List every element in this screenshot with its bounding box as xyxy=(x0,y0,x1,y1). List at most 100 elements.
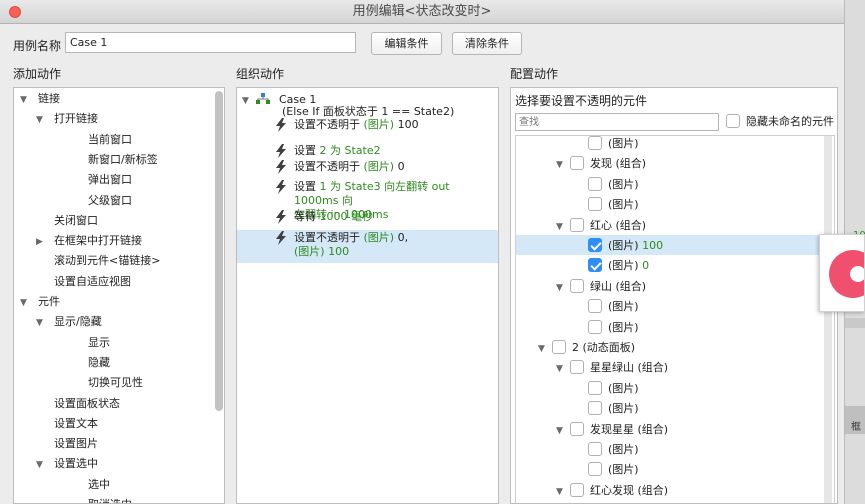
widget-item[interactable]: ▼ 发现星星 (组合) xyxy=(556,420,668,440)
action-tree-item[interactable]: 隐藏 xyxy=(88,353,110,373)
action-tree-item[interactable]: 设置文本 xyxy=(54,414,98,434)
chevron-down-icon[interactable]: ▼ xyxy=(556,359,566,379)
chevron-down-icon[interactable]: ▼ xyxy=(538,339,548,359)
bolt-icon xyxy=(276,118,286,132)
organized-action[interactable]: 设置 2 为 State2 xyxy=(275,144,495,158)
action-tree-item[interactable]: ▼ 显示/隐藏 xyxy=(36,312,102,332)
action-tree-label: 设置自适应视图 xyxy=(54,274,131,288)
chevron-down-icon[interactable]: ▼ xyxy=(20,90,30,110)
widget-checkbox[interactable] xyxy=(570,278,584,293)
widget-opacity-value: 0 xyxy=(642,259,650,273)
chevron-down-icon[interactable]: ▼ xyxy=(556,482,566,502)
action-tree-item[interactable]: 设置图片 xyxy=(54,434,98,454)
action-tree-label: 显示/隐藏 xyxy=(54,315,102,329)
widget-item[interactable]: (图片) xyxy=(588,460,639,480)
widget-item[interactable]: (图片) 100 xyxy=(588,236,663,256)
organized-action[interactable]: 设置不透明于 (图片) 100 xyxy=(275,118,495,132)
widget-checkbox[interactable] xyxy=(588,442,602,456)
chevron-down-icon[interactable]: ▼ xyxy=(36,455,46,475)
action-tree-item[interactable]: ▼ 链接 xyxy=(20,89,60,109)
organized-action[interactable]: 设置不透明于 (图片) 0 xyxy=(275,160,495,174)
floating-popup[interactable] xyxy=(819,234,865,312)
action-tree-item[interactable]: ▼ 元件 xyxy=(20,292,60,312)
widget-item[interactable]: ▼ 绿山 (组合) xyxy=(556,277,646,297)
widget-item[interactable]: (图片) xyxy=(588,399,639,419)
clear-condition-button[interactable]: 清除条件 xyxy=(452,32,522,55)
action-tree-item[interactable]: ▼ 打开链接 xyxy=(36,109,98,129)
action-tree-label: 隐藏 xyxy=(88,355,110,369)
widget-checkbox[interactable] xyxy=(588,319,602,334)
widget-checkbox[interactable] xyxy=(588,462,602,477)
action-tree-item[interactable]: 新窗口/新标签 xyxy=(88,150,158,170)
widget-item[interactable]: ▼ 星星绿山 (组合) xyxy=(556,358,668,378)
widget-checkbox[interactable] xyxy=(570,156,584,171)
action-tree-item[interactable]: 切换可见性 xyxy=(88,373,143,393)
widget-label: (图片) xyxy=(608,320,639,334)
widget-checkbox[interactable] xyxy=(570,482,584,497)
widget-checkbox[interactable] xyxy=(588,197,602,212)
action-tree-label: 显示 xyxy=(88,335,110,349)
widget-item[interactable]: (图片) xyxy=(588,297,639,317)
action-tree-item[interactable]: 显示 xyxy=(88,333,110,353)
action-tree-label: 取消选中 xyxy=(88,498,132,503)
action-tree-item[interactable]: 设置自适应视图 xyxy=(54,272,131,292)
action-tree-item[interactable]: 选中 xyxy=(88,475,110,495)
widget-checkbox[interactable] xyxy=(588,380,602,395)
action-tree-item[interactable]: 当前窗口 xyxy=(88,130,132,150)
chevron-down-icon[interactable]: ▼ xyxy=(556,421,566,441)
action-suffix: 100 xyxy=(394,118,419,131)
action-tree-item[interactable]: ▼ 设置选中 xyxy=(36,454,98,474)
widget-checkbox[interactable] xyxy=(570,217,584,232)
action-tree-item[interactable]: 弹出窗口 xyxy=(88,170,132,190)
organized-action[interactable]: 等待 1000 毫秒 xyxy=(275,210,495,224)
widget-label: 发现星星 (组合) xyxy=(590,422,669,436)
chevron-down-icon[interactable]: ▼ xyxy=(20,293,30,313)
widget-list-scrollbar[interactable] xyxy=(824,136,832,503)
action-target: (图片) xyxy=(363,160,395,173)
widget-item[interactable]: ▼ 红心发现 (组合) xyxy=(556,481,668,501)
action-tree-item[interactable]: 父级窗口 xyxy=(88,191,132,211)
widget-item[interactable]: (图片) 0 xyxy=(588,256,649,276)
widget-checkbox[interactable] xyxy=(570,421,584,436)
chevron-down-icon[interactable]: ▼ xyxy=(36,110,46,130)
widget-item[interactable]: (图片) xyxy=(588,318,639,338)
bolt-icon xyxy=(276,180,286,194)
widget-item[interactable]: (图片) xyxy=(588,175,639,195)
chevron-down-icon[interactable]: ▼ xyxy=(556,155,566,175)
widget-checkbox[interactable] xyxy=(588,299,602,314)
widget-item[interactable]: ▼ 2 (动态面板) xyxy=(538,338,635,358)
close-icon[interactable] xyxy=(9,6,21,18)
chevron-down-icon[interactable]: ▼ xyxy=(556,278,566,298)
widget-checkbox[interactable] xyxy=(588,136,602,150)
action-tree-item[interactable]: 滚动到元件<锚链接> xyxy=(54,251,160,271)
edit-condition-button[interactable]: 编辑条件 xyxy=(371,32,442,55)
chevron-down-icon[interactable]: ▼ xyxy=(242,91,252,111)
hide-unnamed-option[interactable]: 隐藏未命名的元件 xyxy=(726,112,834,132)
organized-action[interactable]: 设置不透明于 (图片) 0, (图片) 100 xyxy=(275,231,495,259)
add-actions-scrollbar[interactable] xyxy=(215,91,223,411)
action-tree-item[interactable]: ▶ 在框架中打开链接 xyxy=(36,231,142,251)
widget-item[interactable]: ▼ 发现 (组合) xyxy=(556,154,646,174)
action-tree-item[interactable]: 设置面板状态 xyxy=(54,394,120,414)
action-tree-item[interactable]: 取消选中 xyxy=(88,495,132,503)
chevron-down-icon[interactable]: ▼ xyxy=(36,313,46,333)
chevron-right-icon[interactable]: ▶ xyxy=(36,232,46,252)
widget-item[interactable]: (图片) xyxy=(588,136,639,154)
widget-item[interactable]: (图片) xyxy=(588,195,639,215)
action-tree-label: 设置面板状态 xyxy=(54,396,120,410)
chevron-down-icon[interactable]: ▼ xyxy=(556,217,566,237)
search-input[interactable] xyxy=(515,113,719,131)
action-tree-item[interactable]: 关闭窗口 xyxy=(54,211,98,231)
widget-checkbox[interactable] xyxy=(588,401,602,416)
action-tree-label: 当前窗口 xyxy=(88,132,132,146)
widget-item[interactable]: (图片) xyxy=(588,440,639,460)
widget-item[interactable]: (图片) xyxy=(588,379,639,399)
hide-unnamed-checkbox[interactable] xyxy=(726,114,740,128)
case-name-input[interactable] xyxy=(65,32,356,53)
widget-checkbox[interactable] xyxy=(588,238,602,252)
widget-checkbox[interactable] xyxy=(588,176,602,191)
widget-checkbox[interactable] xyxy=(588,258,602,273)
widget-checkbox[interactable] xyxy=(552,340,566,354)
widget-item[interactable]: ▼ 红心 (组合) xyxy=(556,216,646,236)
widget-checkbox[interactable] xyxy=(570,360,584,375)
